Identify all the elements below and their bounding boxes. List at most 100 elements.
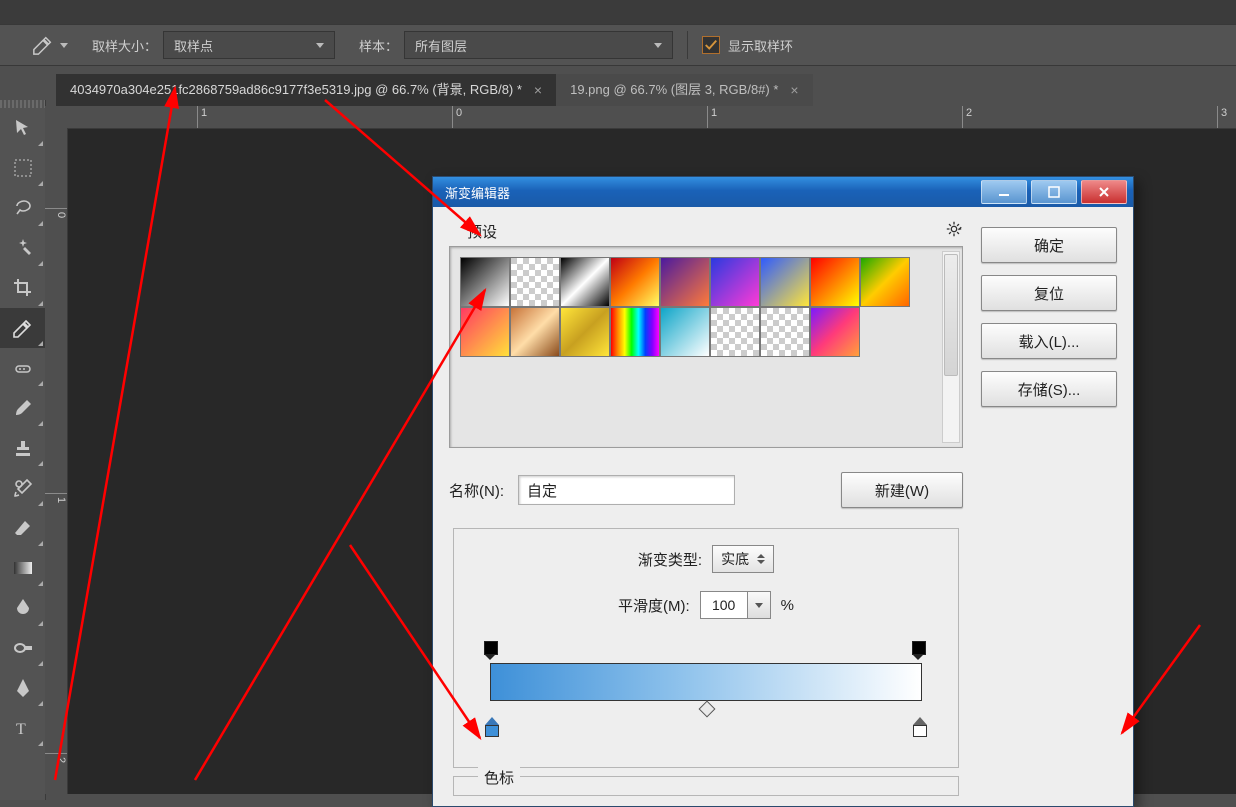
close-icon[interactable]: × <box>790 74 798 106</box>
ruler-tick: 0 <box>45 208 67 230</box>
gradient-type-label: 渐变类型: <box>638 549 702 570</box>
show-sampling-ring-checkbox[interactable]: 显示取样环 <box>702 36 793 55</box>
divider <box>687 31 688 59</box>
ruler-origin[interactable] <box>45 106 68 129</box>
gradient-type-value: 实底 <box>721 549 749 569</box>
sample-size-label: 取样大小： <box>92 36 157 55</box>
gradient-preset-swatch[interactable] <box>660 307 710 357</box>
svg-text:T: T <box>16 721 26 737</box>
close-button[interactable] <box>1081 180 1127 204</box>
gradient-bar[interactable] <box>474 637 938 737</box>
chevron-down-icon <box>316 43 324 48</box>
ruler-tick: 2 <box>45 753 67 775</box>
gradient-preset-swatch[interactable] <box>710 257 760 307</box>
gradient-preset-swatch[interactable] <box>810 307 860 357</box>
dialog-title: 渐变编辑器 <box>445 183 510 202</box>
gradient-preset-swatch[interactable] <box>810 257 860 307</box>
eyedropper-tool[interactable] <box>0 308 45 348</box>
gradient-preset-swatch[interactable] <box>710 307 760 357</box>
sample-value: 所有图层 <box>415 36 644 55</box>
show-ring-label: 显示取样环 <box>728 36 793 55</box>
lasso-tool[interactable] <box>0 188 45 228</box>
color-stop-left[interactable] <box>484 717 500 737</box>
options-bar: 取样大小： 取样点 样本： 所有图层 显示取样环 <box>0 24 1236 66</box>
gradient-preset-swatch[interactable] <box>510 307 560 357</box>
gradient-preset-swatch[interactable] <box>610 257 660 307</box>
gear-icon[interactable] <box>945 220 963 238</box>
horizontal-ruler[interactable]: 1 0 1 2 3 <box>67 106 1236 129</box>
smoothness-spinner[interactable] <box>700 591 771 619</box>
tools-panel: T <box>0 100 46 800</box>
smoothness-label: 平滑度(M): <box>618 595 690 616</box>
move-tool[interactable] <box>0 108 45 148</box>
active-tool-eyedropper-icon[interactable] <box>32 34 68 56</box>
gradient-preset-swatch[interactable] <box>560 307 610 357</box>
ruler-tick: 1 <box>707 106 717 128</box>
close-icon[interactable]: × <box>534 74 542 106</box>
ruler-tick: 1 <box>197 106 207 128</box>
color-stops-legend: 色标 <box>478 767 520 788</box>
sample-size-dropdown[interactable]: 取样点 <box>163 31 335 59</box>
gradient-preset-swatch[interactable] <box>860 257 910 307</box>
ruler-tick: 3 <box>1217 106 1227 128</box>
sample-label: 样本： <box>359 36 398 55</box>
stamp-tool[interactable] <box>0 428 45 468</box>
presets-scrollbar[interactable] <box>942 251 960 443</box>
ruler-tick: 1 <box>45 493 67 515</box>
color-stops-fieldset: 色标 <box>453 776 959 796</box>
presets-box <box>449 246 963 448</box>
smoothness-input[interactable] <box>700 591 748 619</box>
sample-dropdown[interactable]: 所有图层 <box>404 31 673 59</box>
new-button[interactable]: 新建(W) <box>841 472 963 508</box>
name-label: 名称(N): <box>449 480 504 501</box>
minimize-button[interactable] <box>981 180 1027 204</box>
presets-label: 预设 <box>467 221 497 242</box>
save-button[interactable]: 存储(S)... <box>981 371 1117 407</box>
chevron-down-icon[interactable] <box>747 591 771 619</box>
checkbox-checked-icon <box>702 36 720 54</box>
gradient-preset-swatch[interactable] <box>660 257 710 307</box>
gradient-preview[interactable] <box>490 663 922 701</box>
midpoint-handle[interactable] <box>699 701 716 718</box>
gradient-name-input[interactable] <box>518 475 735 505</box>
magic-wand-tool[interactable] <box>0 228 45 268</box>
dialog-titlebar[interactable]: 渐变编辑器 <box>433 177 1133 207</box>
tool-caret-icon[interactable] <box>60 43 68 48</box>
ruler-tick: 2 <box>962 106 972 128</box>
pen-tool[interactable] <box>0 668 45 708</box>
document-tab[interactable]: 19.png @ 66.7% (图层 3, RGB/8#) * × <box>556 74 812 106</box>
tab-label: 4034970a304e251fc2868759ad86c9177f3e5319… <box>70 74 522 106</box>
maximize-button[interactable] <box>1031 180 1077 204</box>
color-stop-right[interactable] <box>912 717 928 737</box>
dodge-tool[interactable] <box>0 628 45 668</box>
chevron-down-icon <box>654 43 662 48</box>
healing-brush-tool[interactable] <box>0 348 45 388</box>
gradient-tool[interactable] <box>0 548 45 588</box>
marquee-tool[interactable] <box>0 148 45 188</box>
document-tab[interactable]: 4034970a304e251fc2868759ad86c9177f3e5319… <box>56 74 556 106</box>
document-tab-strip: 4034970a304e251fc2868759ad86c9177f3e5319… <box>56 74 813 106</box>
gradient-type-select[interactable]: 实底 <box>712 545 774 573</box>
opacity-stop-right[interactable] <box>912 641 928 659</box>
gradient-preset-swatch[interactable] <box>760 307 810 357</box>
gradient-preset-swatch[interactable] <box>560 257 610 307</box>
blur-tool[interactable] <box>0 588 45 628</box>
gradient-preset-swatch[interactable] <box>510 257 560 307</box>
crop-tool[interactable] <box>0 268 45 308</box>
gradient-editor-dialog: 渐变编辑器 预设 名称(N): 新建(W) <box>432 176 1134 807</box>
vertical-ruler[interactable]: 0 1 2 <box>45 128 68 794</box>
gradient-preset-swatch[interactable] <box>760 257 810 307</box>
brush-tool[interactable] <box>0 388 45 428</box>
type-tool[interactable]: T <box>0 708 45 748</box>
gradient-preset-swatch[interactable] <box>460 307 510 357</box>
load-button[interactable]: 载入(L)... <box>981 323 1117 359</box>
opacity-stop-left[interactable] <box>484 641 500 659</box>
gradient-preset-swatch[interactable] <box>460 257 510 307</box>
gradient-preset-swatch[interactable] <box>610 307 660 357</box>
gradient-settings-fieldset: 渐变类型: 实底 平滑度(M): % <box>453 528 959 768</box>
eraser-tool[interactable] <box>0 508 45 548</box>
tab-label: 19.png @ 66.7% (图层 3, RGB/8#) * <box>570 74 778 106</box>
history-brush-tool[interactable] <box>0 468 45 508</box>
reset-button[interactable]: 复位 <box>981 275 1117 311</box>
ok-button[interactable]: 确定 <box>981 227 1117 263</box>
